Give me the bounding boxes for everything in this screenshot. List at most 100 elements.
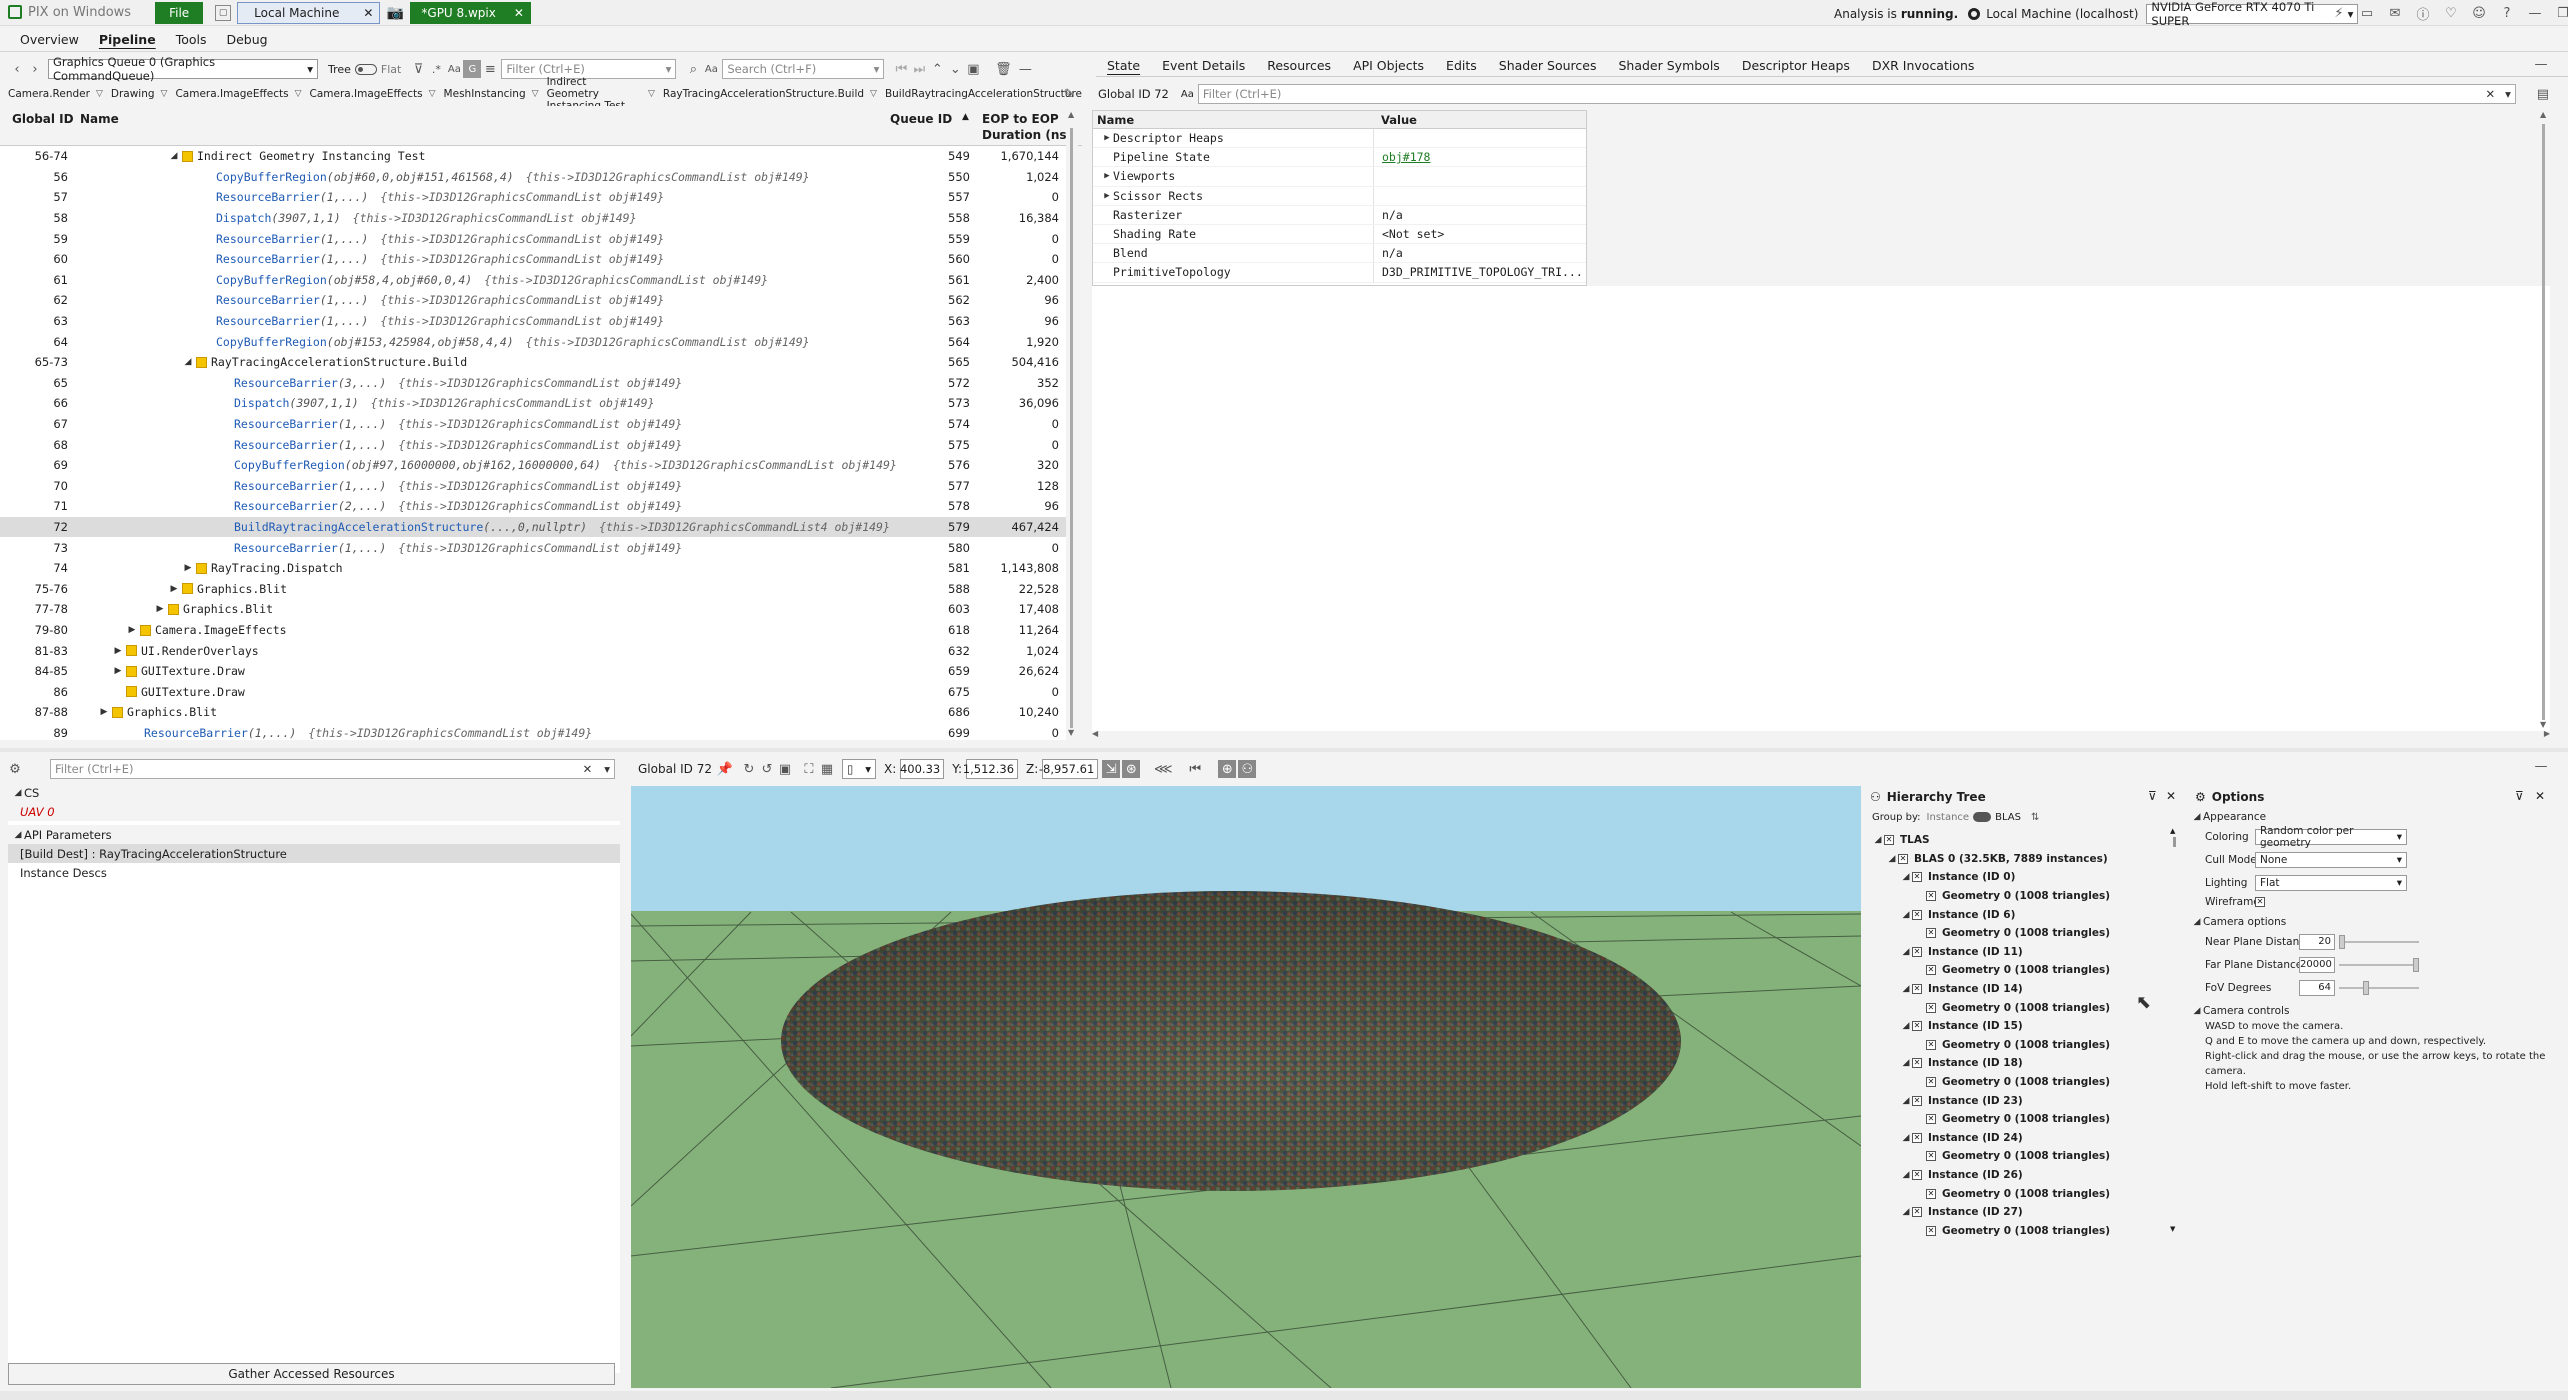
col-name[interactable]: Name — [1093, 113, 1373, 127]
scroll-thumb[interactable] — [2542, 124, 2545, 720]
scroll-down-icon[interactable]: ▼ — [1068, 728, 1074, 737]
chevron-down-icon[interactable]: ▽ — [870, 89, 877, 99]
tree-node-instance[interactable]: ◢ ✕ Instance (ID 11) — [1872, 943, 2184, 962]
event-row[interactable]: 79-80 ▶ Camera.ImageEffects 618 11,264 — [0, 620, 1066, 641]
state-vscrollbar[interactable]: ▲ ▼ — [2538, 110, 2550, 730]
z-input[interactable]: -8,957.61 — [1039, 759, 1099, 779]
close-icon[interactable]: ✕ — [363, 6, 373, 20]
hierarchy-scrollbar[interactable]: ▲ ▼ — [2170, 827, 2180, 1237]
expand-icon[interactable]: ▶ — [1101, 191, 1113, 201]
heart-icon[interactable]: ♡ — [2442, 4, 2460, 22]
expand-icon[interactable]: ◢ — [2191, 1006, 2203, 1016]
event-row[interactable]: 86 GUITexture.Draw 675 0 — [0, 682, 1066, 703]
expand-icon[interactable]: ◢ — [12, 788, 24, 798]
col-duration-line2[interactable]: Duration (ns) — [982, 128, 1072, 142]
chevron-down-icon[interactable]: ▽ — [532, 89, 539, 99]
event-row[interactable]: 75-76 ▶ Graphics.Blit 588 22,528 — [0, 579, 1066, 600]
expand-icon[interactable]: ◢ — [1900, 984, 1912, 994]
event-row[interactable]: 64 CopyBufferRegion (obj#153,425984,obj#58… — [0, 331, 1066, 352]
slider-thumb[interactable] — [2339, 934, 2345, 949]
wireframe-checkbox[interactable]: ✕ — [2255, 897, 2265, 907]
history-icon[interactable]: ↺ — [758, 760, 776, 778]
expand-icon[interactable]: ◢ — [12, 830, 24, 840]
collapse-icon[interactable]: — — [1016, 60, 1034, 78]
checkbox[interactable]: ✕ — [1912, 946, 1922, 957]
state-row[interactable]: PrimitiveTopology D3D_PRIMITIVE_TOPOLOGY_… — [1093, 263, 1586, 283]
tree-node-geometry[interactable]: ✕ Geometry 0 (1008 triangles) — [1872, 961, 2184, 980]
tab-state[interactable]: State — [1096, 55, 1151, 77]
chevron-down-icon[interactable]: ▾ — [2505, 87, 2511, 101]
expand-icon[interactable]: ◢ — [1886, 854, 1898, 864]
first-icon[interactable]: ⏮ — [892, 60, 910, 78]
event-row[interactable]: 57 ResourceBarrier (1,...) {this->ID3D12Gra… — [0, 187, 1066, 208]
camera-icon[interactable]: 📷 — [386, 4, 404, 22]
expand-icon[interactable]: ◢ — [1900, 910, 1912, 920]
expand-icon[interactable]: ◢ — [168, 151, 180, 161]
col-global-id[interactable]: Global ID — [12, 112, 74, 126]
tree-node-tlas[interactable]: ◢ ✕ TLAS — [1872, 831, 2184, 850]
hierarchy-icon[interactable]: ⚇ — [1238, 760, 1257, 778]
match-case-icon[interactable]: Aa — [1181, 89, 1194, 100]
scroll-down-icon[interactable]: ▼ — [2540, 720, 2546, 729]
checkbox[interactable]: ✕ — [1912, 1132, 1922, 1143]
scroll-thumb[interactable] — [1070, 128, 1073, 728]
connect-icon[interactable]: ▢ — [215, 4, 232, 21]
event-row[interactable]: 73 ResourceBarrier (1,...) {this->ID3D12Gra… — [0, 537, 1066, 558]
clear-icon[interactable]: ✕ — [583, 762, 593, 776]
up-icon[interactable]: ⌃ — [928, 60, 946, 78]
chevron-down-icon[interactable]: ▽ — [648, 89, 655, 99]
expand-icon[interactable]: ◢ — [2191, 917, 2203, 927]
build-dest-item[interactable]: [Build Dest] : RayTracingAccelerationStr… — [8, 844, 620, 863]
col-duration-line1[interactable]: EOP to EOP — [982, 112, 1059, 126]
tree-node-instance[interactable]: ◢ ✕ Instance (ID 23) — [1872, 1091, 2184, 1110]
tree-node-instance[interactable]: ◢ ✕ Instance (ID 15) — [1872, 1017, 2184, 1036]
tree-node-geometry[interactable]: ✕ Geometry 0 (1008 triangles) — [1872, 887, 2184, 906]
fov-slider[interactable] — [2339, 980, 2419, 995]
far-plane-slider[interactable] — [2339, 957, 2419, 972]
events-search-input[interactable]: Search (Ctrl+F) ▾ — [722, 59, 885, 79]
checkbox[interactable]: ✕ — [1912, 984, 1922, 995]
breadcrumb-item[interactable]: RayTracingAccelerationStructure.Build — [663, 88, 864, 100]
checkbox[interactable]: ✕ — [1926, 1225, 1936, 1236]
event-row[interactable]: 56-74 ◢ Indirect Geometry Instancing Test 5… — [0, 146, 1066, 167]
event-row[interactable]: 65-73 ◢ RayTracingAccelerationStructure.Bu… — [0, 352, 1066, 373]
tab-descriptor-heaps[interactable]: Descriptor Heaps — [1731, 55, 1861, 77]
tree-node-instance[interactable]: ◢ ✕ Instance (ID 26) — [1872, 1166, 2184, 1185]
search-case-icon[interactable]: Aa — [702, 60, 720, 78]
checkbox[interactable]: ✕ — [1912, 909, 1922, 920]
back-icon[interactable]: ‹ — [8, 60, 26, 78]
camera-lock-icon[interactable]: ⇲ — [1102, 760, 1121, 778]
group-toggle[interactable] — [1973, 812, 1992, 822]
chevron-down-icon[interactable]: ▽ — [429, 89, 436, 99]
checkbox[interactable]: ✕ — [1926, 1151, 1936, 1162]
pin-icon[interactable]: 📌 — [716, 760, 734, 778]
state-filter-input[interactable]: Filter (Ctrl+E) ✕ ▾ — [1197, 84, 2516, 104]
expand-icon[interactable]: ▶ — [98, 707, 110, 717]
save-icon[interactable]: ▣ — [776, 760, 794, 778]
tree-node-instance[interactable]: ◢ ✕ Instance (ID 18) — [1872, 1054, 2184, 1073]
tab-shader-symbols[interactable]: Shader Symbols — [1607, 55, 1730, 77]
edit-icon[interactable]: ✎ — [1060, 85, 1078, 103]
refresh-icon[interactable]: ↻ — [740, 760, 758, 778]
file-button[interactable]: File — [155, 1, 204, 24]
event-row[interactable]: 84-85 ▶ GUITexture.Draw 659 26,624 — [0, 661, 1066, 682]
checkbox[interactable]: ✕ — [1926, 965, 1936, 976]
cull-mode-select[interactable]: None ▾ — [2255, 851, 2407, 868]
expand-icon[interactable]: ◢ — [2191, 812, 2203, 822]
checkbox[interactable]: ✕ — [1898, 853, 1908, 864]
gpu-only-icon[interactable]: G — [463, 60, 482, 78]
resource-filter-input[interactable]: Filter (Ctrl+E) ✕ ▾ — [50, 759, 615, 779]
tree-node-geometry[interactable]: ✕ Geometry 0 (1008 triangles) — [1872, 1221, 2184, 1240]
fov-input[interactable]: 64 — [2299, 979, 2335, 996]
state-row[interactable]: Rasterizer n/a — [1093, 205, 1586, 225]
scroll-up-icon[interactable]: ▲ — [1068, 110, 1074, 119]
collapse-icon[interactable]: — — [2532, 757, 2550, 775]
state-row[interactable]: Blend n/a — [1093, 244, 1586, 264]
tab-gpu-capture[interactable]: *GPU 8.wpix ✕ — [410, 1, 531, 24]
breadcrumb-item[interactable]: Camera.ImageEffects — [175, 88, 288, 100]
state-row[interactable]: ▶ Scissor Rects — [1093, 186, 1586, 206]
tree-flat-toggle[interactable] — [354, 63, 377, 75]
step-back-icon[interactable]: ⏮ — [1186, 760, 1204, 778]
grid-icon[interactable]: ▦ — [818, 760, 836, 778]
breadcrumb-item[interactable]: Drawing — [111, 88, 155, 100]
